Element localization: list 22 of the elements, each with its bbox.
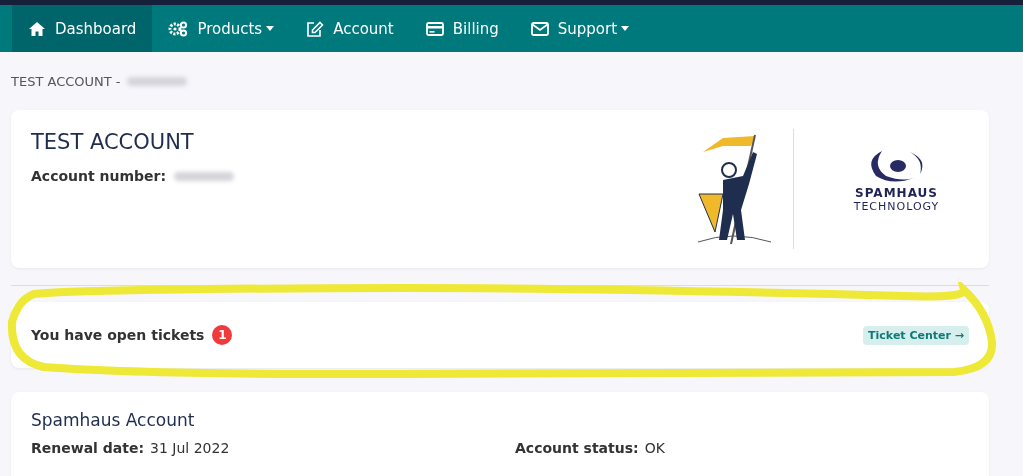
nav-tab[interactable]: Support — [514, 5, 646, 52]
company-logo: SPAMHAUS TECHNOLOGY — [824, 145, 969, 213]
breadcrumb: TEST ACCOUNT - — [11, 73, 121, 89]
nav-tab[interactable]: Products — [152, 5, 291, 52]
credit-card-icon — [425, 21, 444, 36]
gears-icon — [168, 20, 189, 37]
field-text: Account status: OK — [515, 440, 666, 456]
section-title: Spamhaus Account — [31, 409, 196, 430]
envelope-icon — [530, 21, 549, 36]
redacted-number — [126, 76, 187, 86]
account-number-label: Account number: — [31, 168, 167, 184]
edit-icon — [306, 20, 325, 37]
nav-tab[interactable]: Billing — [409, 5, 515, 52]
nav-tab[interactable]: Dashboard — [12, 5, 153, 52]
tickets-message: You have open tickets — [31, 327, 205, 343]
field-text: Renewal date: 31 Jul 2022 — [31, 440, 231, 456]
ticket-count-badge: 1 — [212, 325, 233, 345]
nav-tab[interactable]: Account — [290, 5, 410, 52]
ticket-center-link[interactable]: Ticket Center → — [863, 325, 969, 345]
home-icon — [28, 20, 46, 37]
redacted-number — [174, 171, 235, 181]
account-title: TEST ACCOUNT — [31, 130, 195, 154]
